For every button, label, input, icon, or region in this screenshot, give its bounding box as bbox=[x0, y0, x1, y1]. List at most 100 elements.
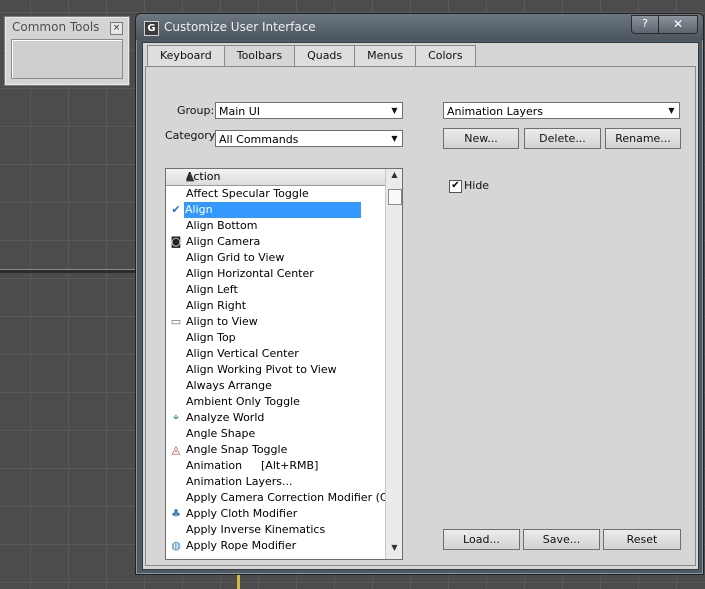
list-item[interactable]: Align Working Pivot to View bbox=[166, 362, 385, 378]
group-dropdown[interactable]: Main UI ▼ bbox=[215, 102, 403, 119]
list-item[interactable]: Apply Inverse Kinematics bbox=[166, 522, 385, 538]
list-item[interactable]: Angle Shape bbox=[166, 426, 385, 442]
action-column-header[interactable]: Action ▲ bbox=[166, 169, 385, 186]
close-button[interactable]: ✕ bbox=[658, 15, 698, 34]
list-item-label: Align Camera bbox=[186, 235, 261, 248]
list-item-label: Angle Snap Toggle bbox=[186, 443, 288, 456]
list-item[interactable]: Animation [Alt+RMB] bbox=[166, 458, 385, 474]
dialog-titlebar[interactable]: G Customize User Interface ? ✕ bbox=[136, 14, 703, 40]
category-dropdown[interactable]: All Commands ▼ bbox=[215, 130, 403, 147]
list-item-label: Align Grid to View bbox=[186, 251, 285, 264]
action-list[interactable]: Action ▲ Affect Specular Toggle ✔ Align Ali… bbox=[165, 168, 403, 560]
list-item[interactable]: Always Arrange bbox=[166, 378, 385, 394]
reset-button[interactable]: Reset bbox=[603, 529, 681, 550]
list-item-label: Align Bottom bbox=[186, 219, 258, 232]
rope-icon: ◍ bbox=[171, 539, 181, 552]
list-item[interactable]: ⌖ Analyze World bbox=[166, 410, 385, 426]
list-item[interactable]: Align Top bbox=[166, 330, 385, 346]
list-item-label: Align Vertical Center bbox=[186, 347, 299, 360]
angle-snap-icon: ◬ bbox=[171, 443, 181, 456]
tab-keyboard[interactable]: Keyboard bbox=[147, 45, 225, 66]
list-item-label: Align Working Pivot to View bbox=[186, 363, 337, 376]
list-item-label: Affect Specular Toggle bbox=[186, 187, 309, 200]
delete-button[interactable]: Delete... bbox=[524, 128, 601, 149]
toolbar-value: Animation Layers bbox=[447, 105, 543, 118]
chevron-down-icon: ▼ bbox=[391, 106, 398, 115]
scroll-up-icon[interactable]: ▲ bbox=[386, 170, 402, 184]
list-item-label: Align bbox=[184, 202, 361, 218]
hide-label: Hide bbox=[464, 179, 490, 192]
action-list-scrollbar[interactable]: ▲ ▼ bbox=[385, 169, 402, 559]
list-item-label: Animation Layers... bbox=[186, 475, 293, 488]
list-item[interactable]: Ambient Only Toggle bbox=[166, 394, 385, 410]
align-icon: ✔ bbox=[171, 203, 181, 216]
group-value: Main UI bbox=[219, 105, 261, 118]
dialog-client: Keyboard Toolbars Quads Menus Colors Gro… bbox=[142, 42, 699, 570]
list-item[interactable]: Align Right bbox=[166, 298, 385, 314]
list-item[interactable]: ♣ Apply Cloth Modifier bbox=[166, 506, 385, 522]
hide-checkbox[interactable]: ✔ bbox=[449, 180, 462, 193]
list-item-label: Align Left bbox=[186, 283, 238, 296]
list-item[interactable]: Apply Camera Correction Modifier (Cont..… bbox=[166, 490, 402, 506]
list-item-label: Animation bbox=[186, 459, 243, 472]
app-logo-icon: G bbox=[144, 21, 159, 36]
save-button[interactable]: Save... bbox=[523, 529, 600, 550]
category-value: All Commands bbox=[219, 133, 299, 146]
list-item[interactable]: Affect Specular Toggle bbox=[166, 186, 385, 202]
tab-toolbars[interactable]: Toolbars bbox=[223, 45, 296, 68]
category-label: Category: bbox=[165, 129, 219, 142]
list-item-label: Align Right bbox=[186, 299, 247, 312]
list-item[interactable]: Align Horizontal Center bbox=[166, 266, 385, 282]
cloth-icon: ♣ bbox=[171, 507, 181, 520]
common-tools-panel: Common Tools × bbox=[4, 16, 130, 86]
tab-bar: Keyboard Toolbars Quads Menus Colors bbox=[147, 45, 476, 68]
list-item-label: Apply Inverse Kinematics bbox=[186, 523, 326, 536]
sort-up-icon: ▲ bbox=[186, 170, 195, 183]
list-item[interactable]: ◙ Align Camera bbox=[166, 234, 385, 250]
scroll-down-icon[interactable]: ▼ bbox=[386, 543, 402, 557]
scroll-thumb[interactable] bbox=[388, 189, 402, 205]
list-item-shortcut: [Alt+RMB] bbox=[261, 459, 319, 472]
camera-icon: ◙ bbox=[170, 235, 182, 248]
viewport-divider bbox=[0, 269, 140, 273]
view-align-icon: ▭ bbox=[170, 315, 182, 328]
rename-button[interactable]: Rename... bbox=[605, 128, 681, 149]
list-item[interactable]: Align Vertical Center bbox=[166, 346, 385, 362]
list-item-label: Align Top bbox=[186, 331, 236, 344]
common-tools-title: Common Tools bbox=[12, 20, 100, 34]
list-item[interactable]: Align Left bbox=[166, 282, 385, 298]
load-button[interactable]: Load... bbox=[443, 529, 520, 550]
tab-menus[interactable]: Menus bbox=[354, 45, 417, 66]
chevron-down-icon: ▼ bbox=[668, 106, 675, 115]
list-item[interactable]: Align Grid to View bbox=[166, 250, 385, 266]
list-item-label: Analyze World bbox=[186, 411, 265, 424]
group-label: Group: bbox=[177, 104, 215, 117]
list-item-label: Apply Camera Correction Modifier (Cont..… bbox=[186, 491, 403, 504]
help-button[interactable]: ? bbox=[631, 15, 659, 34]
list-item-label: Always Arrange bbox=[186, 379, 272, 392]
new-button[interactable]: New... bbox=[443, 128, 519, 149]
list-item-label: Angle Shape bbox=[186, 427, 256, 440]
chevron-down-icon: ▼ bbox=[391, 134, 398, 143]
common-tools-body bbox=[11, 39, 123, 79]
list-item-label: Apply Rope Modifier bbox=[186, 539, 297, 552]
list-item[interactable]: ✔ Align bbox=[166, 202, 385, 218]
customize-ui-dialog: G Customize User Interface ? ✕ Keyboard … bbox=[135, 13, 704, 575]
list-item[interactable]: ◬ Angle Snap Toggle bbox=[166, 442, 385, 458]
dialog-title: Customize User Interface bbox=[164, 20, 316, 34]
close-icon[interactable]: × bbox=[110, 22, 123, 35]
list-item-label: Align to View bbox=[186, 315, 258, 328]
list-item[interactable]: Align Bottom bbox=[166, 218, 385, 234]
list-item-label: Align Horizontal Center bbox=[186, 267, 314, 280]
tab-colors[interactable]: Colors bbox=[415, 45, 476, 66]
toolbar-dropdown[interactable]: Animation Layers ▼ bbox=[443, 102, 680, 119]
toolbars-panel: Group: Main UI ▼ Category: All Commands … bbox=[145, 66, 696, 566]
list-item-label: Apply Cloth Modifier bbox=[186, 507, 298, 520]
tab-quads[interactable]: Quads bbox=[294, 45, 356, 66]
action-rows: Affect Specular Toggle ✔ Align Align Bottom… bbox=[166, 186, 402, 554]
list-item-label: Ambient Only Toggle bbox=[186, 395, 300, 408]
list-item[interactable]: ◍ Apply Rope Modifier bbox=[166, 538, 385, 554]
analyze-world-icon: ⌖ bbox=[172, 411, 180, 424]
list-item[interactable]: Animation Layers... bbox=[166, 474, 385, 490]
list-item[interactable]: ▭ Align to View bbox=[166, 314, 385, 330]
